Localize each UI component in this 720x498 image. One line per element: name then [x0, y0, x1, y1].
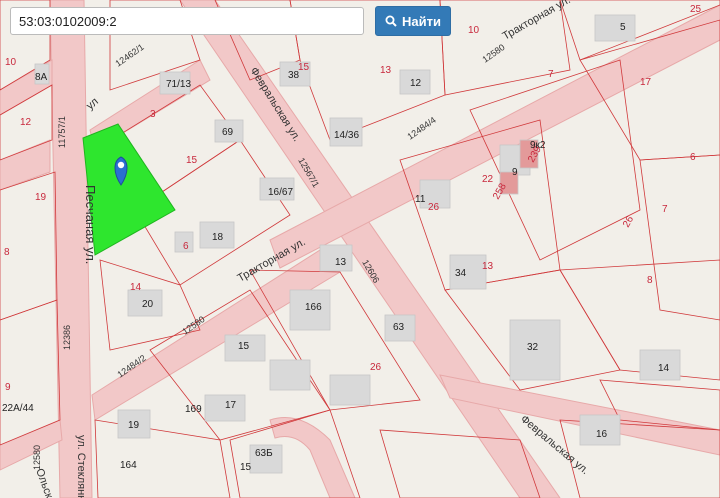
plot-label: 14	[130, 282, 142, 293]
building-label: 69	[222, 127, 234, 138]
road-code-12580-left: 12580	[32, 445, 42, 470]
plot-label: 10	[5, 57, 17, 68]
building-label: 12	[410, 78, 422, 89]
building-label: 11	[415, 194, 426, 205]
plot-label: 25	[690, 4, 702, 15]
building-label: 63	[393, 322, 405, 333]
building-label: 166	[305, 302, 322, 313]
plot-label: 12	[20, 117, 32, 128]
plot-label: 19	[35, 192, 47, 203]
building-label: 19	[128, 420, 140, 431]
street-label-steklo: ул. Стеклянн	[75, 435, 87, 498]
plot-label: 26	[428, 202, 440, 213]
building-5	[594, 14, 636, 42]
plot-label: 9	[5, 382, 11, 393]
plot-label: 7	[662, 204, 668, 215]
building-label: 14/36	[334, 130, 359, 141]
building-label: 169	[185, 404, 202, 415]
building-lower	[329, 374, 371, 406]
search-input[interactable]	[10, 7, 364, 35]
plot-label: 6	[690, 152, 696, 163]
building-label: 16	[596, 429, 608, 440]
plot-label: 15	[298, 62, 310, 73]
building-label: 32	[527, 342, 539, 353]
plot-label: 13	[380, 65, 392, 76]
plot-label: 17	[640, 77, 652, 88]
plot-label: 3	[150, 109, 156, 120]
building-label: 20	[142, 299, 154, 310]
building-label: 15	[238, 341, 250, 352]
search-button-label: Найти	[402, 13, 441, 29]
building-label: 63Б	[255, 448, 273, 459]
plot-label: 13	[482, 261, 494, 272]
plot-label: 15	[186, 155, 198, 166]
building-label: 34	[455, 268, 467, 279]
map-canvas[interactable]: Песчаная ул. Февральская ул. Февральская…	[0, 0, 720, 498]
building-label: 71/13	[166, 79, 191, 90]
building-label: 164	[120, 460, 137, 471]
search-icon	[385, 15, 397, 27]
building-label: 22А/44	[2, 403, 34, 414]
plot-label: 7	[548, 69, 554, 80]
road-code-11757: 11757/1	[57, 116, 67, 148]
building-lower2	[269, 359, 311, 391]
plot-label: 22	[482, 174, 494, 185]
plot-label: 8	[647, 275, 653, 286]
search-bar: Найти	[10, 6, 451, 36]
building-label: 14	[658, 363, 670, 374]
building-label: 8А	[35, 72, 48, 83]
building-label: 18	[212, 232, 224, 243]
road-code-12386: 12386	[62, 325, 72, 350]
building-label: 9к2	[530, 140, 546, 151]
building-label: 9	[512, 167, 518, 178]
building-label: 17	[225, 400, 237, 411]
building-label: 13	[335, 257, 347, 268]
plot-label: 8	[4, 247, 10, 258]
building-label: 38	[288, 70, 300, 81]
plot-label: 26	[370, 362, 382, 373]
building-label: 15	[240, 462, 252, 473]
building-label: 5	[620, 22, 626, 33]
cadastral-map[interactable]: Песчаная ул. Февральская ул. Февральская…	[0, 0, 720, 498]
street-label-pesochnaya: Песчаная ул.	[83, 185, 98, 264]
search-button[interactable]: Найти	[375, 6, 451, 36]
building-label: 16/67	[268, 187, 293, 198]
plot-label: 10	[468, 25, 480, 36]
plot-label: 6	[183, 241, 189, 252]
